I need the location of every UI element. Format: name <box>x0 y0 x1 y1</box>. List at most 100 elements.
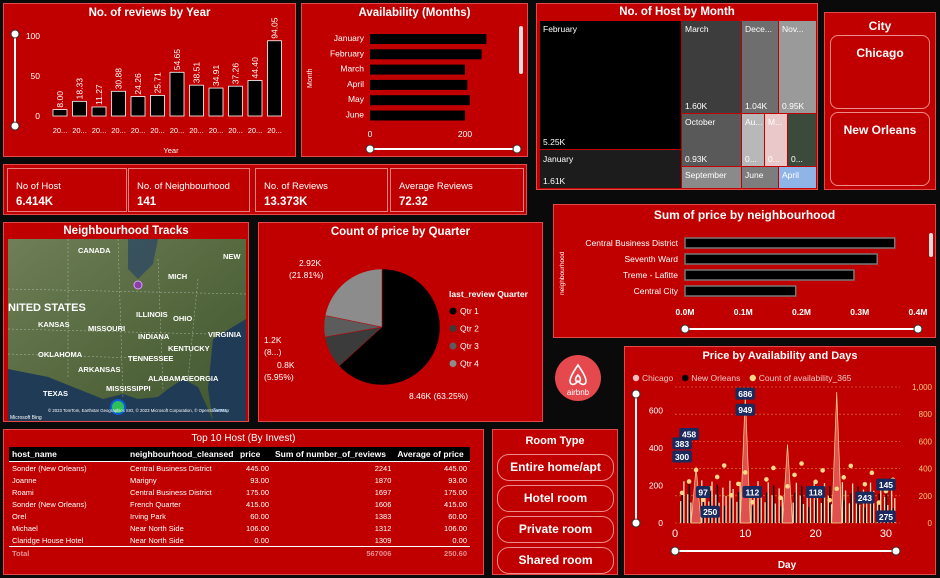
neighbourhood-bar[interactable] <box>684 237 896 249</box>
price-avail-point[interactable] <box>764 477 769 482</box>
neighbourhood-slider-handle-right[interactable] <box>913 324 923 334</box>
year-bar[interactable] <box>189 84 204 117</box>
availability-scrollbar[interactable] <box>519 26 523 74</box>
treemap-june[interactable]: June <box>741 166 779 189</box>
table-row[interactable]: Sonder (New Orleans) Central Business Dis… <box>9 462 470 475</box>
price-avail-point[interactable] <box>848 463 854 469</box>
col-neighbourhood[interactable]: neighbourhood_cleansed <box>127 447 237 462</box>
treemap-february[interactable]: February 5.25K <box>539 20 682 150</box>
price-avail-legend-label[interactable]: Count of availability_365 <box>759 373 852 383</box>
price-avail-point[interactable] <box>869 470 875 476</box>
col-host-name[interactable]: host_name <box>9 447 127 462</box>
treemap-january[interactable]: January 1.61K <box>539 149 682 189</box>
year-bar[interactable] <box>169 71 185 117</box>
price-avail-point[interactable] <box>743 470 748 475</box>
table-row[interactable]: Sonder (New Orleans) French Quarter 415.00… <box>9 498 470 510</box>
availability-slider-handle-left[interactable] <box>365 144 375 154</box>
pie-legend-label[interactable]: Qtr 2 <box>460 324 479 334</box>
price-avail-day-slider-handle-right[interactable] <box>891 546 901 556</box>
room-type-entire-home[interactable]: Entire home/apt <box>497 454 614 481</box>
price-avail-point[interactable] <box>679 490 685 496</box>
price-avail-point[interactable] <box>799 461 804 466</box>
price-avail-point[interactable] <box>700 497 706 503</box>
year-bar[interactable] <box>130 96 146 117</box>
city-option-new-orleans[interactable]: New Orleans <box>830 112 930 186</box>
table-row[interactable]: Joanne Marigny 93.00 1870 93.00 <box>9 474 470 486</box>
room-type-hotel-room[interactable]: Hotel room <box>497 485 614 512</box>
availability-bar[interactable] <box>370 110 465 121</box>
price-avail-legend-label[interactable]: New Orleans <box>691 373 740 383</box>
pie-legend-marker[interactable] <box>449 342 457 350</box>
neighbourhood-scrollbar[interactable] <box>929 233 933 257</box>
pie-legend-marker[interactable] <box>449 325 457 332</box>
neighbourhood-bar[interactable] <box>684 269 855 281</box>
price-avail-point[interactable] <box>813 479 818 485</box>
price-avail-point[interactable] <box>778 495 783 501</box>
price-avail-point[interactable] <box>792 472 797 478</box>
price-avail-point[interactable] <box>686 479 692 484</box>
year-bar[interactable] <box>267 40 282 117</box>
map-view[interactable]: NITED STATES CANADA KANSAS MISSOURI ILLI… <box>8 239 246 421</box>
price-avail-point[interactable] <box>862 481 868 487</box>
table-row[interactable]: Michael Near North Side 106.00 1312 106.00 <box>9 522 470 534</box>
price-avail-point[interactable] <box>785 484 790 489</box>
availability-bar[interactable] <box>370 79 468 90</box>
year-bar[interactable] <box>228 85 243 117</box>
chicago-marker[interactable] <box>133 280 143 290</box>
col-price[interactable]: price <box>237 447 272 462</box>
price-avail-point[interactable] <box>771 465 776 471</box>
price-avail-point[interactable] <box>841 475 847 480</box>
year-bar[interactable] <box>247 80 263 117</box>
treemap-july[interactable]: 0... <box>787 113 817 167</box>
availability-bar[interactable] <box>370 34 487 44</box>
availability-bar[interactable] <box>370 95 470 106</box>
year-bar[interactable] <box>52 109 68 117</box>
year-bar[interactable] <box>150 95 165 117</box>
year-slider-handle-top[interactable] <box>10 29 20 39</box>
col-sum-reviews[interactable]: Sum of number_of_reviews <box>272 447 395 462</box>
year-bar[interactable] <box>111 90 126 117</box>
year-bar[interactable] <box>72 100 87 117</box>
price-avail-point[interactable] <box>876 500 882 505</box>
price-avail-point[interactable] <box>750 499 755 505</box>
price-avail-point[interactable] <box>714 474 720 480</box>
col-avg-price[interactable]: Average of price <box>394 447 470 462</box>
price-avail-legend-marker[interactable] <box>682 374 689 382</box>
availability-bar[interactable] <box>370 64 465 75</box>
treemap-august[interactable]: Au... 0... <box>741 113 765 167</box>
pie-legend-label[interactable]: Qtr 3 <box>460 341 479 351</box>
neighbourhood-bar[interactable] <box>684 253 878 265</box>
price-avail-point[interactable] <box>728 493 734 498</box>
treemap-march[interactable]: March 1.60K <box>681 20 742 114</box>
price-avail-legend-marker[interactable] <box>632 374 640 382</box>
neighbourhood-bar[interactable] <box>684 285 797 297</box>
treemap-may[interactable]: M... 0... <box>764 113 788 167</box>
pie-legend-marker[interactable] <box>449 360 457 367</box>
treemap-december[interactable]: Dece... 1.04K <box>741 20 779 114</box>
price-avail-legend-marker[interactable] <box>749 374 756 382</box>
pie-legend-label[interactable]: Qtr 1 <box>460 306 479 316</box>
pie-legend-marker[interactable] <box>449 307 457 315</box>
year-bar[interactable] <box>208 87 224 117</box>
city-option-chicago[interactable]: Chicago <box>830 35 930 109</box>
price-avail-point[interactable] <box>735 481 741 487</box>
price-avail-legend-label[interactable]: Chicago <box>642 373 673 383</box>
price-avail-point[interactable] <box>820 468 825 473</box>
availability-slider-handle-right[interactable] <box>512 144 522 154</box>
table-row[interactable]: Orel Irving Park 60.00 1383 60.00 <box>9 510 470 522</box>
room-type-private-room[interactable]: Private room <box>497 516 614 543</box>
table-row[interactable]: Roami Central Business District 175.00 1697… <box>9 486 470 498</box>
availability-bar[interactable] <box>370 49 482 60</box>
year-slider-handle-bottom[interactable] <box>10 121 20 131</box>
price-avail-day-slider-handle-left[interactable] <box>670 546 680 556</box>
room-type-shared-room[interactable]: Shared room <box>497 547 614 574</box>
pie-legend-label[interactable]: Qtr 4 <box>460 359 479 369</box>
price-avail-slider-handle-top[interactable] <box>631 389 641 399</box>
top-hosts-table-wrap[interactable]: host_name neighbourhood_cleansed price S… <box>9 447 479 573</box>
year-bar[interactable] <box>91 106 107 117</box>
price-avail-point[interactable] <box>827 497 832 503</box>
price-avail-point[interactable] <box>834 486 840 492</box>
price-avail-slider-handle-bottom[interactable] <box>631 518 641 528</box>
neighbourhood-slider-handle-left[interactable] <box>680 324 690 334</box>
treemap-november[interactable]: Nov... 0.95K <box>778 20 817 114</box>
